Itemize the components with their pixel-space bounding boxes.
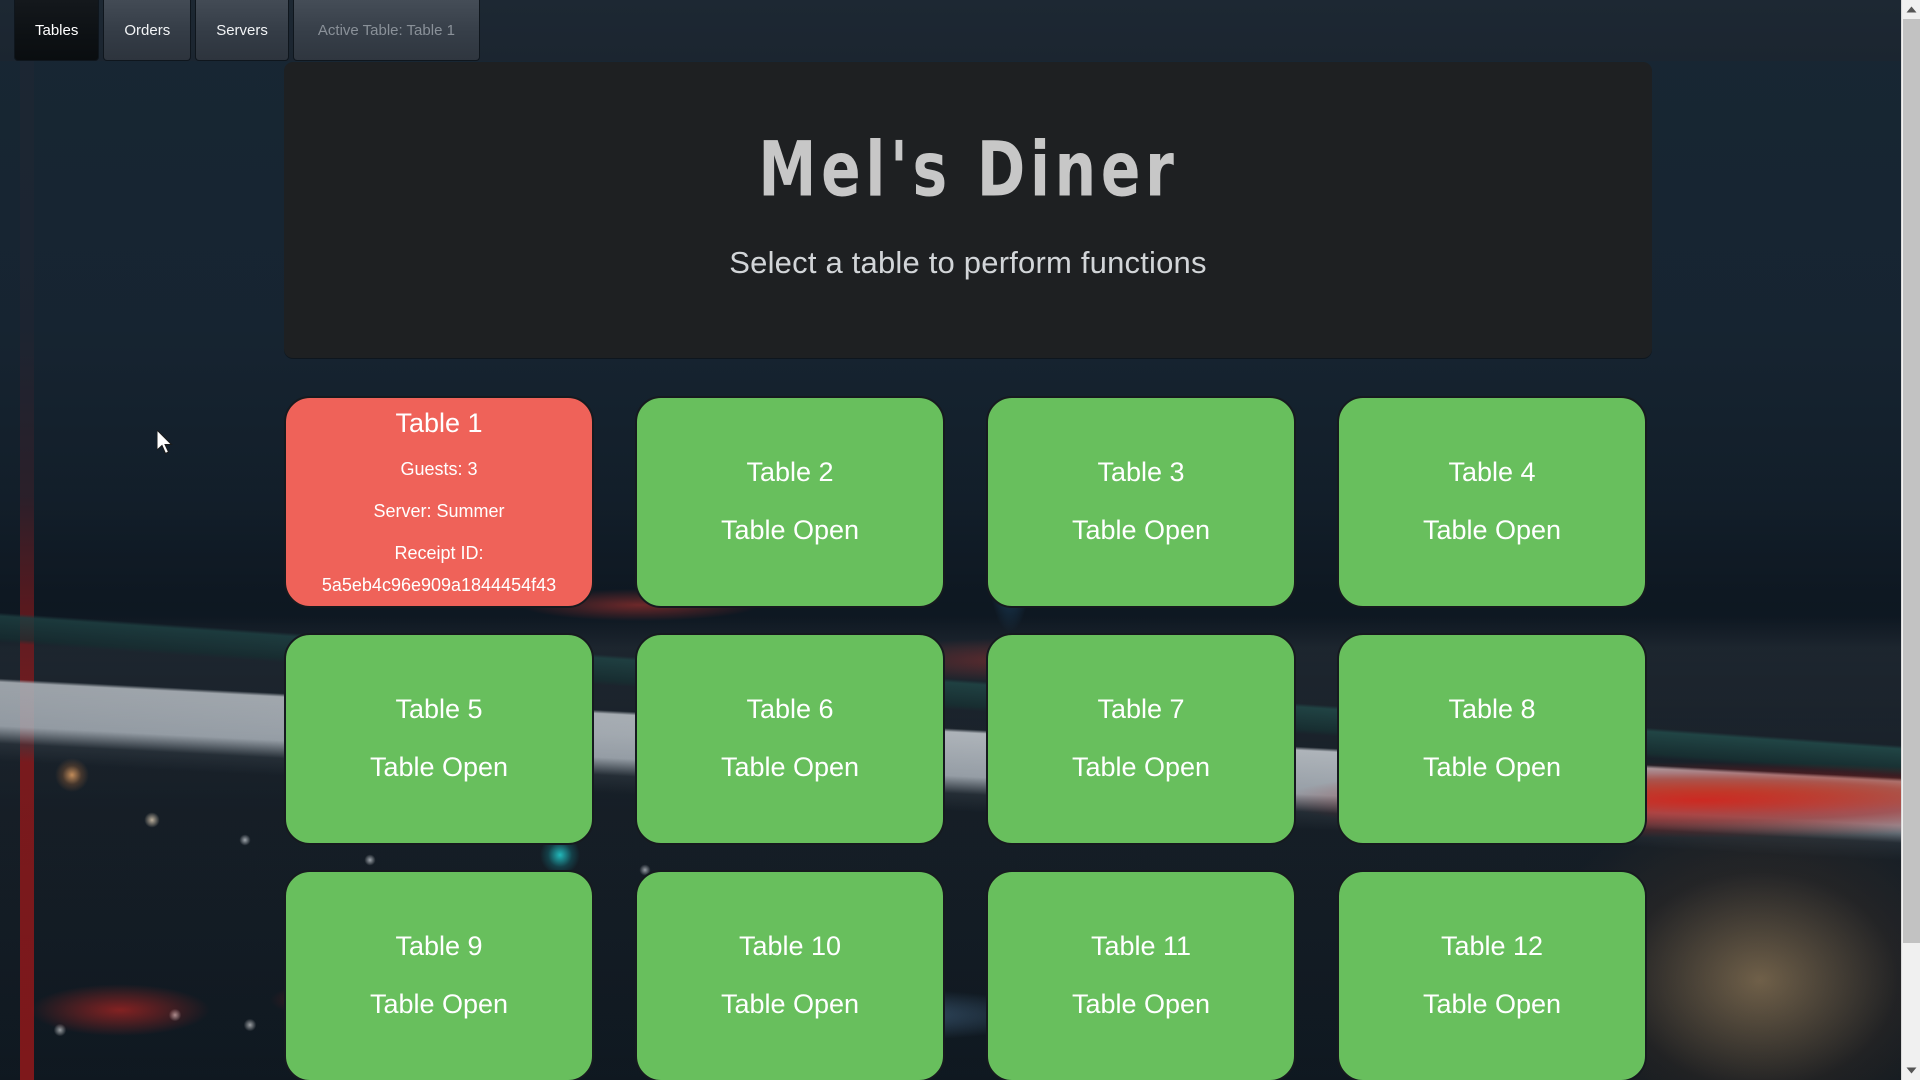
table-card-status: Table Open <box>720 989 860 1019</box>
table-card-12[interactable]: Table 12 Table Open <box>1337 870 1647 1080</box>
table-card-7[interactable]: Table 7 Table Open <box>986 633 1296 845</box>
table-card-name: Table 2 <box>746 457 834 488</box>
table-card-1[interactable]: Table 1 Guests: 3 Server: Summer Receipt… <box>284 396 594 608</box>
table-card-status: Table Open <box>1422 515 1562 545</box>
table-card-status: Table Open <box>1071 515 1211 545</box>
table-card-server: Server: Summer <box>373 501 505 522</box>
header-panel: Mel's Diner Select a table to perform fu… <box>284 62 1652 358</box>
tab-servers[interactable]: Servers <box>195 0 289 61</box>
table-card-status: Table Open <box>720 515 860 545</box>
table-card-11[interactable]: Table 11 Table Open <box>986 870 1296 1080</box>
table-card-name: Table 12 <box>1440 931 1544 962</box>
table-card-name: Table 9 <box>395 931 483 962</box>
table-card-receipt: Receipt ID: 5a5eb4c96e909a1844454f43 <box>321 542 557 596</box>
application-window: Tables Orders Servers Active Table: Tabl… <box>0 0 1920 1080</box>
table-card-name: Table 7 <box>1097 694 1185 725</box>
table-card-name: Table 3 <box>1097 457 1185 488</box>
table-card-name: Table 10 <box>738 931 842 962</box>
table-card-5[interactable]: Table 5 Table Open <box>284 633 594 845</box>
table-card-9[interactable]: Table 9 Table Open <box>284 870 594 1080</box>
page-subtitle: Select a table to perform functions <box>729 245 1207 280</box>
table-card-status: Table Open <box>1071 752 1211 782</box>
table-card-status: Table Open <box>720 752 860 782</box>
tab-active-table[interactable]: Active Table: Table 1 <box>292 0 480 61</box>
table-card-name: Table 11 <box>1090 931 1192 962</box>
table-card-name: Table 5 <box>395 694 483 725</box>
table-card-status: Table Open <box>369 752 509 782</box>
table-card-status: Table Open <box>369 989 509 1019</box>
table-card-2[interactable]: Table 2 Table Open <box>635 396 945 608</box>
scrollbar-thumb[interactable] <box>1902 19 1920 943</box>
table-card-status: Table Open <box>1422 752 1562 782</box>
table-card-status: Table Open <box>1422 989 1562 1019</box>
scrollbar-track[interactable] <box>1901 19 1920 1061</box>
table-card-name: Table 4 <box>1448 457 1536 488</box>
vertical-scrollbar[interactable] <box>1901 0 1920 1080</box>
table-card-guests: Guests: 3 <box>400 459 478 480</box>
tab-orders[interactable]: Orders <box>103 0 192 61</box>
scroll-up-button[interactable] <box>1901 0 1920 19</box>
table-card-receipt-label: Receipt ID: <box>394 542 484 563</box>
scroll-down-button[interactable] <box>1901 1061 1920 1080</box>
table-card-3[interactable]: Table 3 Table Open <box>986 396 1296 608</box>
table-card-10[interactable]: Table 10 Table Open <box>635 870 945 1080</box>
table-card-8[interactable]: Table 8 Table Open <box>1337 633 1647 845</box>
table-card-status: Table Open <box>1071 989 1211 1019</box>
tab-bar: Tables Orders Servers Active Table: Tabl… <box>0 0 1920 61</box>
page-title: Mel's Diner <box>757 124 1179 214</box>
tab-tables[interactable]: Tables <box>14 0 100 61</box>
table-card-4[interactable]: Table 4 Table Open <box>1337 396 1647 608</box>
table-grid: Table 1 Guests: 3 Server: Summer Receipt… <box>284 396 1656 1080</box>
table-card-receipt-id: 5a5eb4c96e909a1844454f43 <box>321 574 557 595</box>
table-card-name: Table 8 <box>1448 694 1536 725</box>
table-card-6[interactable]: Table 6 Table Open <box>635 633 945 845</box>
table-card-name: Table 1 <box>395 407 483 438</box>
table-card-name: Table 6 <box>746 694 834 725</box>
